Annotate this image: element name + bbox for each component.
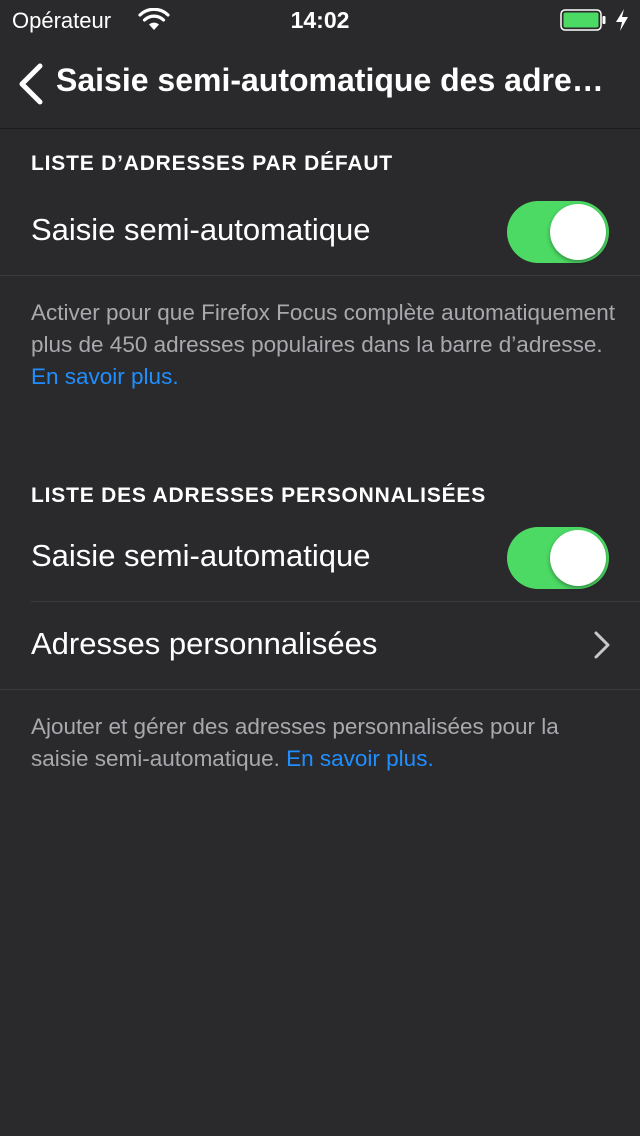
status-bar: Opérateur 14:02	[0, 0, 640, 40]
default-autofill-label: Saisie semi-automatique	[31, 212, 371, 247]
custom-learn-more-link[interactable]: En savoir plus.	[286, 746, 434, 771]
navigation-bar: Saisie semi-automatique des adresses	[0, 40, 640, 129]
battery-icon	[560, 9, 606, 31]
settings-screen: Opérateur 14:02 Saisie semi-automatique …	[0, 0, 640, 1136]
clock: 14:02	[290, 7, 350, 33]
divider	[0, 689, 640, 690]
section-header-default: LISTE D’ADRESSES PAR DÉFAUT	[31, 152, 393, 175]
section-header-custom: LISTE DES ADRESSES PERSONNALISÉES	[31, 484, 487, 507]
toggle-knob	[550, 204, 606, 260]
default-footer-text: Activer pour que Firefox Focus complète …	[31, 300, 616, 357]
divider	[0, 275, 640, 276]
charging-bolt-icon	[616, 9, 628, 31]
page-title: Saisie semi-automatique des adresses	[56, 62, 616, 98]
custom-autofill-row: Saisie semi-automatique	[0, 514, 640, 601]
toggle-knob	[550, 530, 606, 586]
default-autofill-toggle[interactable]	[507, 201, 609, 263]
default-learn-more-link[interactable]: En savoir plus.	[31, 364, 179, 389]
default-section-footer: Activer pour que Firefox Focus complète …	[31, 297, 621, 393]
custom-urls-row[interactable]: Adresses personnalisées	[0, 602, 640, 689]
chevron-right-icon	[594, 631, 610, 659]
custom-autofill-toggle[interactable]	[507, 527, 609, 589]
custom-urls-label: Adresses personnalisées	[31, 626, 378, 661]
custom-autofill-label: Saisie semi-automatique	[31, 538, 371, 573]
custom-section-footer: Ajouter et gérer des adresses personnali…	[31, 711, 621, 775]
default-autofill-row: Saisie semi-automatique	[0, 188, 640, 275]
back-chevron-icon[interactable]	[14, 60, 48, 108]
